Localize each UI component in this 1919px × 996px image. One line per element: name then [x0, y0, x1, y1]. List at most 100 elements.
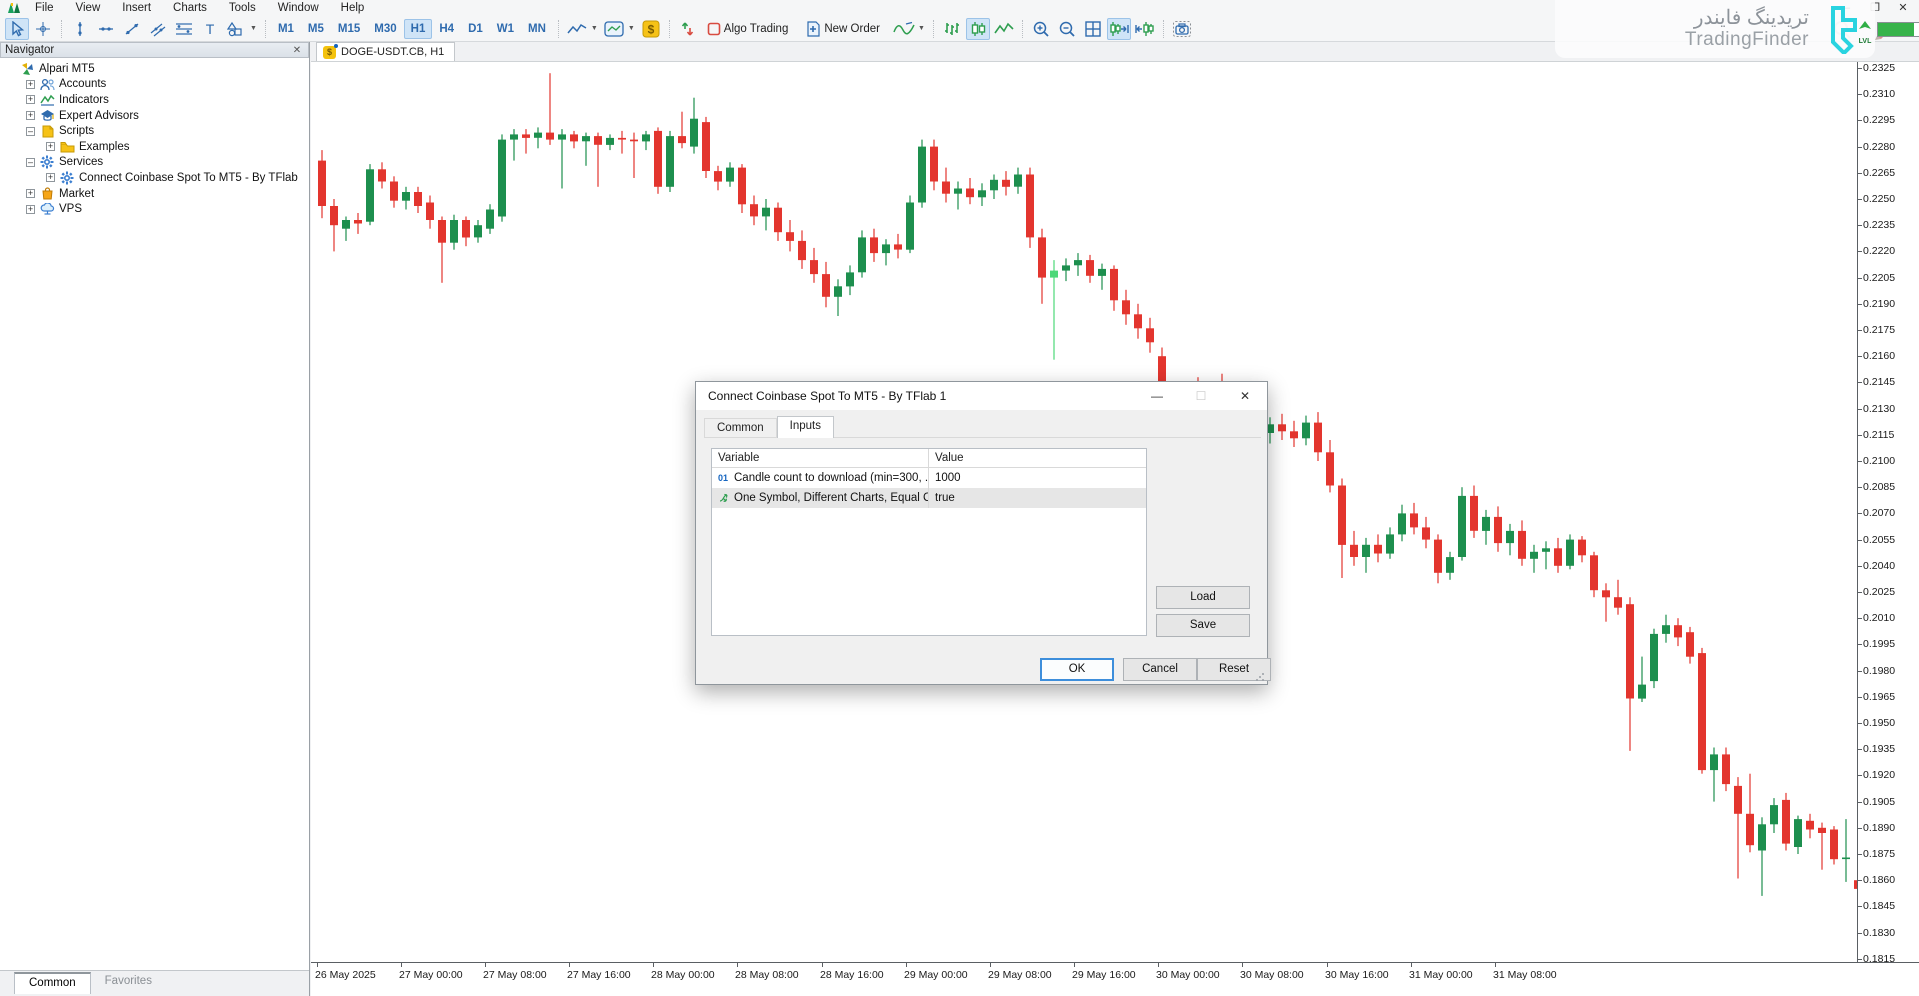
save-button[interactable]: Save [1156, 614, 1250, 637]
menu-help[interactable]: Help [330, 1, 376, 15]
timeframe-h1-button[interactable]: H1 [404, 19, 433, 39]
expander-expand-icon[interactable]: + [26, 205, 35, 214]
expander-collapse-icon[interactable]: – [26, 158, 35, 167]
new-order-button[interactable]: New Order [799, 18, 890, 40]
menu-file[interactable]: File [24, 1, 65, 15]
timeframe-w1-button[interactable]: W1 [490, 19, 521, 39]
dialog-tab-common[interactable]: Common [704, 418, 777, 437]
dialog-tab-inputs[interactable]: Inputs [777, 416, 834, 438]
auto-scroll-button[interactable] [1107, 18, 1131, 40]
expander-expand-icon[interactable]: + [26, 95, 35, 104]
indicator-list-dropdown-icon[interactable]: ▼ [591, 25, 598, 32]
bar-chart-mode-button[interactable] [940, 18, 964, 40]
add-indicator-button[interactable] [602, 18, 626, 40]
depth-of-market-button[interactable] [676, 18, 700, 40]
toolbar-separator [669, 20, 670, 38]
channel-tool-button[interactable] [146, 18, 170, 40]
indicator-list-button[interactable] [565, 18, 589, 40]
inputs-table[interactable]: Variable Value 01Candle count to downloa… [711, 448, 1147, 636]
price-label: 0.2295 [1863, 114, 1895, 126]
timeframe-m30-button[interactable]: M30 [367, 19, 403, 39]
time-tick [1074, 963, 1075, 967]
candle-body-bull [642, 134, 650, 141]
quick-indicator-dropdown-icon[interactable]: ▼ [918, 25, 925, 32]
nav-item-services[interactable]: –Services [0, 155, 309, 171]
shapes-tool-button[interactable] [224, 18, 248, 40]
nav-item-alpari-mt5[interactable]: +Alpari MT5 [0, 61, 309, 77]
quick-indicator-button[interactable] [892, 18, 916, 40]
column-header-value[interactable]: Value [929, 449, 1146, 467]
chart-tab-doge-usdt[interactable]: $ DOGE-USDT.CB, H1 [316, 42, 455, 61]
zoom-in-button[interactable] [1029, 18, 1053, 40]
navigator-close-icon[interactable]: ✕ [290, 45, 304, 56]
candle-body-bull [1758, 824, 1766, 850]
crosshair-tool-button[interactable] [31, 18, 55, 40]
dialog-titlebar[interactable]: Connect Coinbase Spot To MT5 - By TFlab … [696, 382, 1267, 410]
cursor-tool-button[interactable] [5, 18, 29, 40]
nav-item-market[interactable]: +Market [0, 186, 309, 202]
timeframe-mn-button[interactable]: MN [521, 19, 553, 39]
price-axis[interactable]: 0.23250.23100.22950.22800.22650.22500.22… [1857, 62, 1919, 962]
shapes-dropdown-icon[interactable]: ▼ [250, 25, 257, 32]
candlestick-mode-button[interactable] [966, 18, 990, 40]
candle-body-bear [1470, 496, 1478, 531]
zoom-out-button[interactable] [1055, 18, 1079, 40]
fibonacci-tool-button[interactable] [172, 18, 196, 40]
menu-insert[interactable]: Insert [111, 1, 162, 15]
trendline-tool-button[interactable] [120, 18, 144, 40]
menu-view[interactable]: View [65, 1, 112, 15]
nav-item-accounts[interactable]: +Accounts [0, 77, 309, 93]
horizontal-line-tool-button[interactable] [94, 18, 118, 40]
inputs-table-body: 01Candle count to download (min=300, ...… [712, 468, 1146, 508]
menu-window[interactable]: Window [267, 1, 330, 15]
nav-item-vps[interactable]: +VPS [0, 201, 309, 217]
timeframe-d1-button[interactable]: D1 [461, 19, 490, 39]
dialog-close-button[interactable]: ✕ [1223, 382, 1267, 410]
timeframe-h4-button[interactable]: H4 [432, 19, 461, 39]
symbols-button[interactable]: $ [639, 18, 663, 40]
price-tick [1858, 854, 1862, 855]
menu-tools[interactable]: Tools [218, 1, 267, 15]
nav-item-indicators[interactable]: +Indicators [0, 92, 309, 108]
add-indicator-dropdown-icon[interactable]: ▼ [628, 25, 635, 32]
algo-trading-button[interactable]: Algo Trading [702, 18, 798, 40]
nav-item-connect-coinbase-spot-to-mt5-by-tflab[interactable]: +Connect Coinbase Spot To MT5 - By TFlab [0, 170, 309, 186]
timeframe-m1-button[interactable]: M1 [271, 19, 301, 39]
timeframe-m5-button[interactable]: M5 [301, 19, 331, 39]
menu-charts[interactable]: Charts [162, 1, 218, 15]
time-label: 30 May 16:00 [1325, 969, 1389, 981]
window-close-button[interactable]: ✕ [1889, 0, 1917, 15]
expander-expand-icon[interactable]: + [46, 142, 55, 151]
input-value-cell[interactable]: true [929, 488, 1146, 508]
time-axis[interactable]: 26 May 202527 May 00:0027 May 08:0027 Ma… [311, 962, 1919, 996]
input-value-cell[interactable]: 1000 [929, 468, 1146, 488]
expander-expand-icon[interactable]: + [26, 80, 35, 89]
nav-item-expert-advisors[interactable]: +Expert Advisors [0, 108, 309, 124]
dialog-minimize-button[interactable]: — [1135, 382, 1179, 410]
expander-expand-icon[interactable]: + [26, 111, 35, 120]
input-row-0[interactable]: 01Candle count to download (min=300, ...… [712, 468, 1146, 488]
dialog-resize-grip[interactable] [1255, 672, 1265, 682]
chart-shift-button[interactable] [1133, 18, 1157, 40]
input-row-1[interactable]: One Symbol, Different Charts, Equal Ca..… [712, 488, 1146, 508]
candle-body-bear [1422, 527, 1430, 539]
nav-item-examples[interactable]: +Examples [0, 139, 309, 155]
expander-expand-icon[interactable]: + [26, 189, 35, 198]
line-chart-mode-button[interactable] [992, 18, 1016, 40]
text-tool-button[interactable]: T [198, 18, 222, 40]
vertical-line-tool-button[interactable] [68, 18, 92, 40]
nav-item-scripts[interactable]: –Scripts [0, 123, 309, 139]
navigator-tab-common[interactable]: Common [14, 972, 91, 994]
expander-expand-icon[interactable]: + [46, 173, 55, 182]
expander-collapse-icon[interactable]: – [26, 127, 35, 136]
load-button[interactable]: Load [1156, 586, 1250, 609]
column-header-variable[interactable]: Variable [712, 449, 929, 467]
ok-button[interactable]: OK [1040, 658, 1114, 681]
navigator-tab-favorites[interactable]: Favorites [91, 972, 166, 990]
tile-windows-button[interactable] [1081, 18, 1105, 40]
dialog-maximize-button[interactable]: ☐ [1179, 382, 1223, 410]
screenshot-button[interactable] [1170, 18, 1194, 40]
cancel-button[interactable]: Cancel [1123, 658, 1197, 681]
price-tick [1858, 330, 1862, 331]
timeframe-m15-button[interactable]: M15 [331, 19, 367, 39]
